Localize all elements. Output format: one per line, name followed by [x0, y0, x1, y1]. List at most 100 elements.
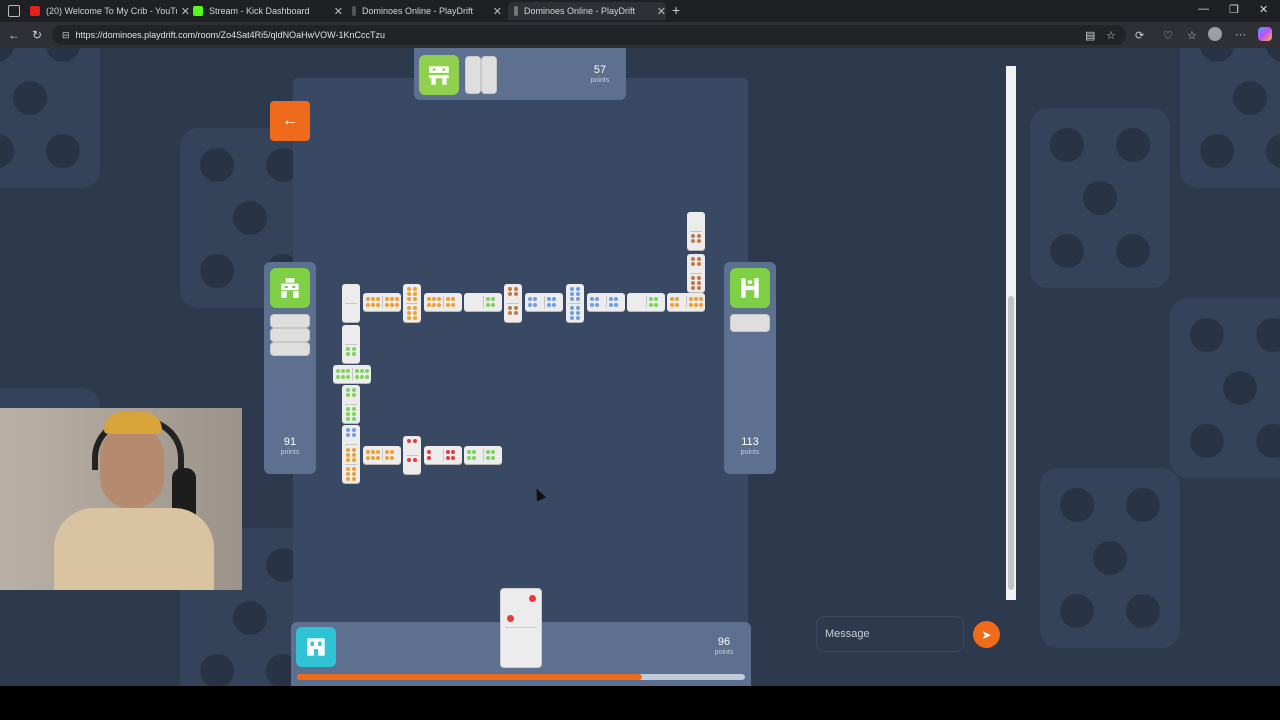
new-tab-icon[interactable]: + [672, 2, 680, 18]
domino-pip [486, 297, 490, 301]
profile-avatar-icon[interactable] [1208, 27, 1222, 41]
domino-pip [675, 303, 679, 307]
domino-divider [544, 296, 545, 308]
domino-pip [570, 306, 574, 310]
favorite-star-icon[interactable]: ☆ [1106, 29, 1116, 42]
domino-divider [686, 296, 687, 308]
message-input[interactable] [816, 616, 964, 652]
domino-pip [385, 450, 389, 454]
board-domino [342, 385, 360, 423]
domino-pip [376, 456, 380, 460]
bottom-player-avatar [296, 627, 336, 667]
board-domino [363, 293, 401, 311]
domino-pip [407, 316, 411, 320]
domino-pip [352, 347, 356, 351]
taskbar-area [0, 686, 1280, 720]
background-pip [200, 654, 234, 686]
reader-mode-icon[interactable]: ▤ [1085, 29, 1095, 42]
board-domino [333, 365, 371, 383]
domino-pip [352, 458, 356, 462]
domino-divider [483, 449, 484, 461]
restore-icon[interactable]: ❐ [1229, 3, 1239, 16]
domino-pip [654, 303, 658, 307]
chat-scrollbar[interactable] [1006, 66, 1016, 600]
background-pip [233, 601, 267, 635]
background-pip [13, 81, 47, 115]
back-button[interactable]: ← [270, 101, 310, 141]
close-tab-icon[interactable]: ✕ [657, 5, 666, 18]
chat-scrollbar-thumb[interactable] [1008, 296, 1014, 590]
tab-dominoes-active[interactable]: Dominoes Online - PlayDrift ✕ [508, 2, 666, 20]
webcam-cap [104, 412, 162, 434]
domino-pip [570, 311, 574, 315]
domino-pip [609, 303, 613, 307]
domino-pip [533, 303, 537, 307]
domino-pip [413, 458, 417, 462]
domino-pip [697, 262, 701, 266]
domino-pip [486, 450, 490, 454]
domino-pip [514, 292, 518, 296]
background-pip [1256, 318, 1280, 352]
extensions-icon[interactable]: ⟳ [1135, 29, 1144, 42]
domino-pip [689, 297, 693, 301]
tab-youtube[interactable]: (20) Welcome To My Crib - YouTube ✕ [30, 2, 190, 20]
refresh-icon[interactable]: ↻ [32, 28, 42, 42]
domino-pip [352, 472, 356, 476]
close-tab-icon[interactable]: ✕ [334, 5, 343, 18]
domino-pip [699, 303, 703, 307]
domino-pip [552, 297, 556, 301]
domino-pip [570, 297, 574, 301]
back-nav-icon[interactable]: ← [8, 28, 20, 42]
domino-pip [346, 407, 350, 411]
background-pip [1093, 541, 1127, 575]
top-player-panel: 57 points [414, 48, 626, 100]
domino-pip [649, 303, 653, 307]
domino-pip [413, 439, 417, 443]
domino-pip [346, 467, 350, 471]
domino-divider [345, 464, 357, 465]
send-button[interactable]: ➤ [973, 621, 1000, 648]
domino-pip [491, 297, 495, 301]
domino-divider [406, 455, 418, 456]
player-hand-domino[interactable] [500, 588, 542, 668]
domino-pip [570, 292, 574, 296]
domino-divider [646, 296, 647, 308]
domino-divider [483, 296, 484, 308]
close-tab-icon[interactable]: ✕ [181, 5, 190, 18]
close-window-icon[interactable]: ✕ [1259, 3, 1268, 16]
more-menu-icon[interactable]: ··· [1235, 29, 1246, 41]
domino-pip [360, 369, 364, 373]
domino-pip [691, 234, 695, 238]
domino-pip [346, 453, 350, 457]
domino-pip [446, 456, 450, 460]
domino-pip [390, 450, 394, 454]
close-tab-icon[interactable]: ✕ [493, 5, 502, 18]
tab-kick[interactable]: Stream - Kick Dashboard ✕ [193, 2, 343, 20]
domino-divider [690, 231, 702, 232]
domino-pip [352, 417, 356, 421]
browser-essentials-icon[interactable]: ♡ [1163, 29, 1173, 42]
domino-pip [352, 433, 356, 437]
background-pip [1060, 594, 1094, 628]
tab-dominoes-1[interactable]: Dominoes Online - PlayDrift ✕ [352, 2, 502, 20]
background-pip [1060, 488, 1094, 522]
domino-pip [691, 262, 695, 266]
domino-pip [346, 352, 350, 356]
domino-pip [360, 375, 364, 379]
domino-pip [670, 303, 674, 307]
domino-pip [385, 456, 389, 460]
domino-pip [427, 456, 431, 460]
tab-actions-icon[interactable] [8, 5, 20, 17]
domino-pip [407, 297, 411, 301]
minimize-icon[interactable]: — [1198, 3, 1209, 15]
site-info-icon[interactable]: ⊟ [62, 25, 70, 45]
domino-pip [352, 448, 356, 452]
address-bar[interactable]: ⊟ https://dominoes.playdrift.com/room/Zo4… [52, 25, 1126, 45]
favorites-icon[interactable]: ☆ [1187, 29, 1197, 42]
domino-pip [697, 239, 701, 243]
board-domino [687, 212, 705, 250]
board-domino [667, 293, 705, 311]
copilot-icon[interactable] [1258, 27, 1272, 41]
domino-pip [649, 297, 653, 301]
domino-pip [528, 297, 532, 301]
